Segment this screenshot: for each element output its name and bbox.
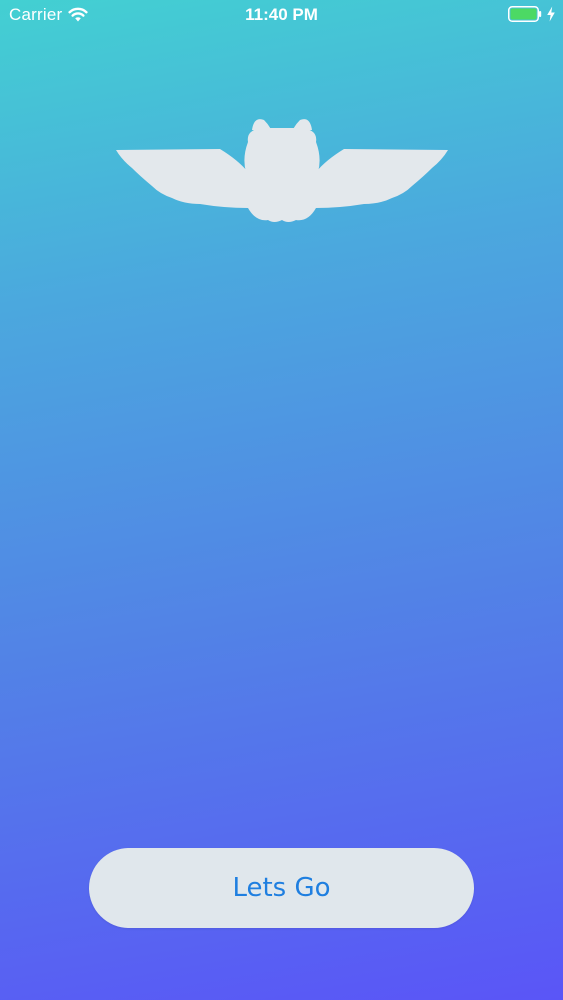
status-time: 11:40 PM (245, 5, 318, 24)
splash-screen: Carrier 11:40 PM Lets Go (0, 0, 563, 1000)
lets-go-button[interactable]: Lets Go (89, 848, 474, 928)
battery-icon (508, 6, 542, 22)
status-bar: Carrier 11:40 PM (0, 0, 563, 30)
winged-owl-logo-icon (116, 119, 448, 222)
charging-bolt-icon (547, 6, 555, 22)
